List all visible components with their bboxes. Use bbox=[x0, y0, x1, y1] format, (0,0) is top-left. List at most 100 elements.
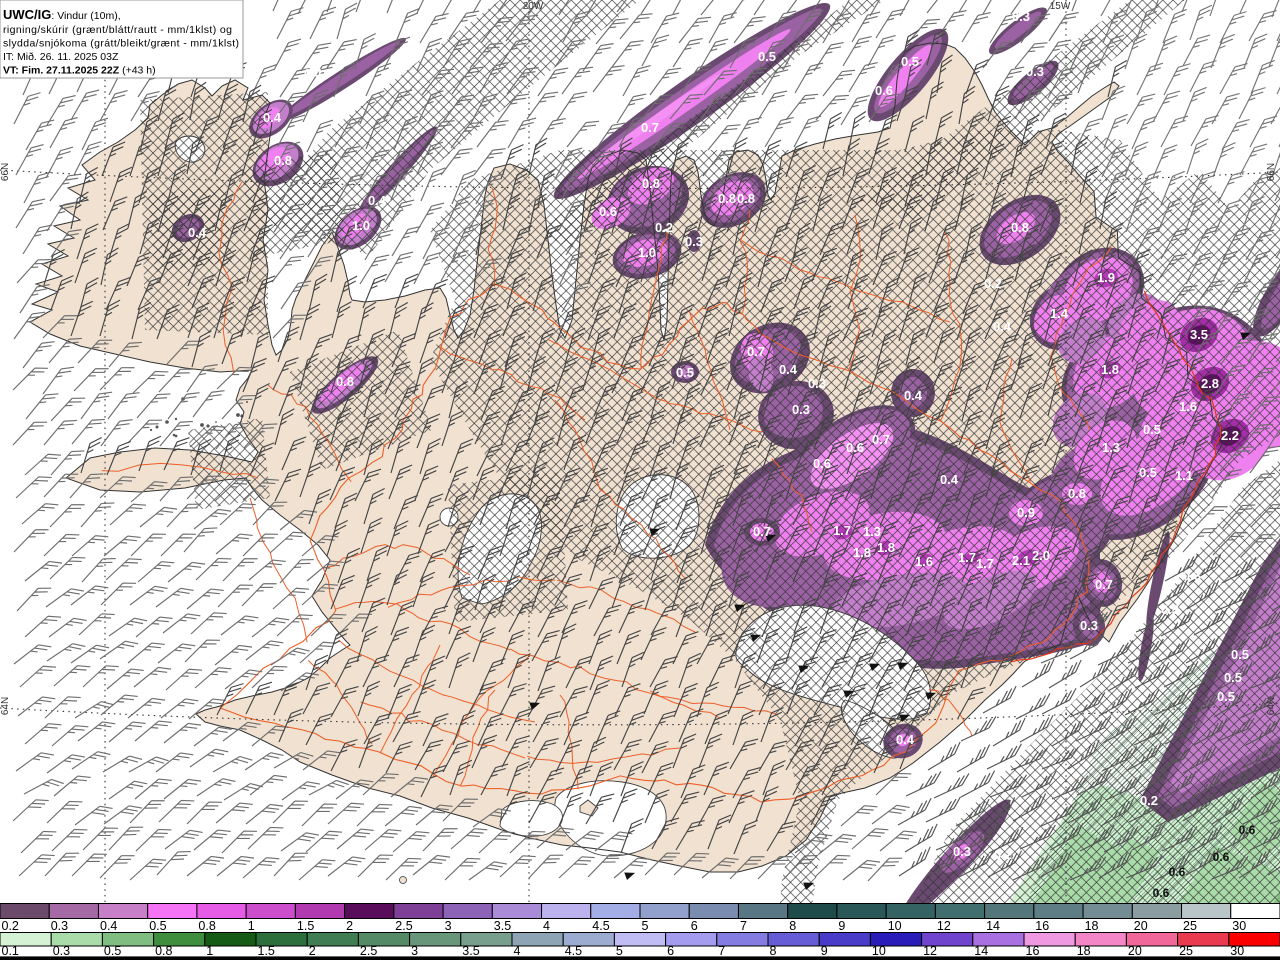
svg-text:0.7: 0.7 bbox=[747, 344, 765, 359]
svg-text:0.3: 0.3 bbox=[953, 844, 971, 859]
svg-text:64N: 64N bbox=[1266, 697, 1277, 715]
svg-text:1.3: 1.3 bbox=[1102, 440, 1120, 455]
svg-text:0.3: 0.3 bbox=[51, 919, 68, 933]
svg-text:0.4: 0.4 bbox=[993, 319, 1012, 334]
svg-text:rigning/skúrir (grænt/blátt/ra: rigning/skúrir (grænt/blátt/rautt - mm/1… bbox=[3, 24, 232, 36]
svg-text:0.9: 0.9 bbox=[1017, 505, 1035, 520]
svg-text:0.4: 0.4 bbox=[904, 388, 923, 403]
svg-text:3.5: 3.5 bbox=[494, 919, 511, 933]
svg-text:VT: Fim. 27.11.2025 22Z (+43 h: VT: Fim. 27.11.2025 22Z (+43 h) bbox=[3, 65, 156, 77]
svg-text:0.5: 0.5 bbox=[149, 919, 166, 933]
svg-text:0.4: 0.4 bbox=[779, 362, 798, 377]
svg-text:18: 18 bbox=[1085, 919, 1099, 933]
svg-text:1.3: 1.3 bbox=[863, 524, 881, 539]
svg-text:8: 8 bbox=[789, 919, 796, 933]
svg-text:2: 2 bbox=[309, 944, 316, 958]
svg-text:0.3: 0.3 bbox=[1080, 618, 1098, 633]
svg-text:10: 10 bbox=[888, 919, 902, 933]
svg-text:0.3: 0.3 bbox=[685, 234, 703, 249]
svg-text:1.7: 1.7 bbox=[958, 550, 976, 565]
svg-text:20: 20 bbox=[1128, 944, 1142, 958]
svg-text:0.5: 0.5 bbox=[758, 49, 776, 64]
svg-text:0.4: 0.4 bbox=[188, 225, 207, 240]
svg-text:0.6: 0.6 bbox=[846, 440, 864, 455]
svg-text:0.4: 0.4 bbox=[940, 472, 959, 487]
svg-text:16: 16 bbox=[1035, 919, 1049, 933]
svg-text:1.1: 1.1 bbox=[1175, 468, 1193, 483]
svg-text:0.6: 0.6 bbox=[1239, 823, 1256, 837]
svg-text:12: 12 bbox=[923, 944, 937, 958]
svg-text:0.6: 0.6 bbox=[1169, 865, 1186, 879]
svg-text:4: 4 bbox=[514, 944, 521, 958]
svg-text:5: 5 bbox=[642, 919, 649, 933]
svg-text:0.3: 0.3 bbox=[53, 944, 70, 958]
svg-text:0.4: 0.4 bbox=[304, 66, 323, 81]
svg-text:0.5: 0.5 bbox=[1139, 465, 1157, 480]
svg-text:0.4: 0.4 bbox=[263, 110, 282, 125]
svg-text:0.5: 0.5 bbox=[104, 944, 121, 958]
svg-text:0.4: 0.4 bbox=[100, 919, 117, 933]
svg-text:0.3: 0.3 bbox=[1183, 568, 1201, 583]
svg-text:15W: 15W bbox=[1050, 1, 1071, 12]
svg-text:0.7: 0.7 bbox=[641, 120, 659, 135]
svg-text:4.5: 4.5 bbox=[565, 944, 582, 958]
svg-text:0.7: 0.7 bbox=[753, 524, 771, 539]
svg-text:0.5: 0.5 bbox=[676, 365, 694, 380]
svg-text:0.6: 0.6 bbox=[875, 83, 893, 98]
svg-text:2.5: 2.5 bbox=[395, 919, 412, 933]
svg-text:16: 16 bbox=[1026, 944, 1040, 958]
svg-text:1.6: 1.6 bbox=[915, 554, 933, 569]
svg-text:0.5: 0.5 bbox=[901, 54, 919, 69]
svg-text:7: 7 bbox=[740, 919, 747, 933]
svg-text:0.8: 0.8 bbox=[1011, 220, 1029, 235]
svg-text:1.7: 1.7 bbox=[976, 556, 994, 571]
svg-text:12: 12 bbox=[937, 919, 951, 933]
svg-text:0.3: 0.3 bbox=[792, 402, 810, 417]
svg-text:64N: 64N bbox=[0, 697, 11, 715]
svg-text:9: 9 bbox=[838, 919, 845, 933]
svg-text:0.4: 0.4 bbox=[368, 193, 387, 208]
svg-text:0.5: 0.5 bbox=[1143, 422, 1161, 437]
svg-text:1.8: 1.8 bbox=[853, 545, 871, 560]
svg-text:20W: 20W bbox=[523, 1, 544, 12]
svg-text:1.6: 1.6 bbox=[1179, 399, 1197, 414]
svg-text:25: 25 bbox=[1183, 919, 1197, 933]
svg-text:30: 30 bbox=[1232, 919, 1246, 933]
svg-text:0.5: 0.5 bbox=[1224, 670, 1242, 685]
svg-text:0.8: 0.8 bbox=[155, 944, 172, 958]
svg-text:9: 9 bbox=[821, 944, 828, 958]
svg-text:4: 4 bbox=[543, 919, 550, 933]
svg-text:1.0: 1.0 bbox=[352, 218, 370, 233]
svg-text:1.8: 1.8 bbox=[877, 540, 895, 555]
svg-text:0.5: 0.5 bbox=[1217, 689, 1235, 704]
svg-text:14: 14 bbox=[986, 919, 1000, 933]
svg-text:1: 1 bbox=[248, 919, 255, 933]
svg-text:0.2: 0.2 bbox=[984, 276, 1002, 291]
svg-text:0.8: 0.8 bbox=[198, 919, 215, 933]
svg-text:18: 18 bbox=[1077, 944, 1091, 958]
svg-text:0.2: 0.2 bbox=[655, 220, 673, 235]
svg-text:0.3: 0.3 bbox=[1161, 602, 1179, 617]
svg-text:0.3: 0.3 bbox=[1012, 9, 1030, 24]
svg-text:1.9: 1.9 bbox=[1097, 270, 1115, 285]
svg-text:slydda/snjókoma (grátt/bleikt/: slydda/snjókoma (grátt/bleikt/grænt - mm… bbox=[3, 38, 239, 50]
svg-text:5: 5 bbox=[616, 944, 623, 958]
svg-text:0.8: 0.8 bbox=[336, 374, 354, 389]
svg-text:UWC/IG: Vindur (10m),: UWC/IG: Vindur (10m), bbox=[3, 7, 121, 22]
svg-text:0.2: 0.2 bbox=[1140, 793, 1158, 808]
svg-text:3: 3 bbox=[445, 919, 452, 933]
svg-text:66N: 66N bbox=[1266, 163, 1277, 181]
svg-text:14: 14 bbox=[974, 944, 988, 958]
svg-text:0.2: 0.2 bbox=[2, 919, 19, 933]
svg-text:1.4: 1.4 bbox=[1050, 306, 1069, 321]
svg-text:1.5: 1.5 bbox=[258, 944, 275, 958]
svg-text:0.8: 0.8 bbox=[274, 153, 292, 168]
svg-text:0.5: 0.5 bbox=[1231, 647, 1249, 662]
svg-text:6: 6 bbox=[667, 944, 674, 958]
svg-text:0.1: 0.1 bbox=[2, 944, 19, 958]
svg-text:2.0: 2.0 bbox=[1032, 548, 1050, 563]
svg-text:3: 3 bbox=[411, 944, 418, 958]
svg-text:0.8: 0.8 bbox=[737, 191, 755, 206]
svg-text:0.6: 0.6 bbox=[813, 456, 831, 471]
svg-text:20: 20 bbox=[1134, 919, 1148, 933]
